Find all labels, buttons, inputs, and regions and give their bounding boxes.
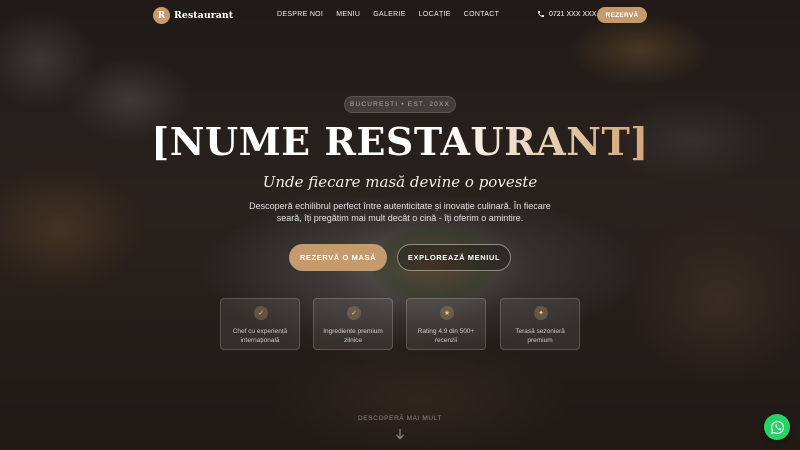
feature-text: Rating 4.9 din 500+ recenzii (417, 328, 475, 344)
feature-card-chef: ✓ Chef cu experiență internațională (220, 298, 300, 350)
logo-text: Restaurant (174, 10, 234, 21)
feature-cards: ✓ Chef cu experiență internațională ✓ In… (220, 298, 580, 350)
explore-menu-button[interactable]: EXPLOREAZĂ MENIUL (397, 244, 511, 271)
feature-card-rating: ★ Rating 4.9 din 500+ recenzii (406, 298, 486, 350)
nav-link-meniu[interactable]: MENIU (336, 11, 360, 18)
location-badge: BUCUREȘTI • EST. 20XX (344, 96, 456, 113)
feature-text: Terasă sezonieră premium (515, 328, 565, 344)
check-icon: ✓ (254, 306, 268, 320)
logo-mark: R (153, 7, 170, 24)
main-menu: DESPRE NOI MENIU GALERIE LOCAȚIE CONTACT (277, 11, 499, 18)
whatsapp-button[interactable] (764, 414, 790, 440)
star-icon: ★ (440, 306, 454, 320)
feature-card-terrace: ✦ Terasă sezonieră premium (500, 298, 580, 350)
nav-link-locatie[interactable]: LOCAȚIE (419, 11, 451, 18)
check-icon: ✓ (347, 306, 361, 320)
nav-link-despre-noi[interactable]: DESPRE NOI (277, 11, 323, 18)
feature-text: Chef cu experiență internațională (232, 328, 288, 344)
hero-description: Descoperă echilibrul perfect între auten… (249, 201, 551, 223)
book-table-button[interactable]: REZERVĂ O MASĂ (289, 244, 387, 271)
phone-link[interactable]: 0721 XXX XXX (537, 10, 596, 18)
sparkle-icon: ✦ (534, 306, 548, 320)
feature-card-ingredients: ✓ Ingrediente premium zilnice (313, 298, 393, 350)
hero-tagline: Unde fiecare masă devine o poveste (262, 173, 538, 191)
logo[interactable]: R Restaurant (153, 7, 233, 24)
nav-link-galerie[interactable]: GALERIE (373, 11, 405, 18)
page-title: [NUME RESTAURANT] (0, 119, 800, 164)
whatsapp-icon (770, 420, 784, 434)
arrow-down-icon[interactable] (395, 428, 405, 440)
reserve-button[interactable]: REZERVĂ (597, 7, 647, 23)
nav-link-contact[interactable]: CONTACT (464, 11, 499, 18)
scroll-hint[interactable]: DESCOPERĂ MAI MULT (0, 415, 800, 422)
background-overlay (0, 0, 800, 450)
phone-number: 0721 XXX XXX (549, 10, 597, 18)
feature-text: Ingrediente premium zilnice (323, 328, 383, 344)
phone-icon (538, 11, 544, 17)
top-navigation: R Restaurant DESPRE NOI MENIU GALERIE LO… (0, 0, 800, 30)
